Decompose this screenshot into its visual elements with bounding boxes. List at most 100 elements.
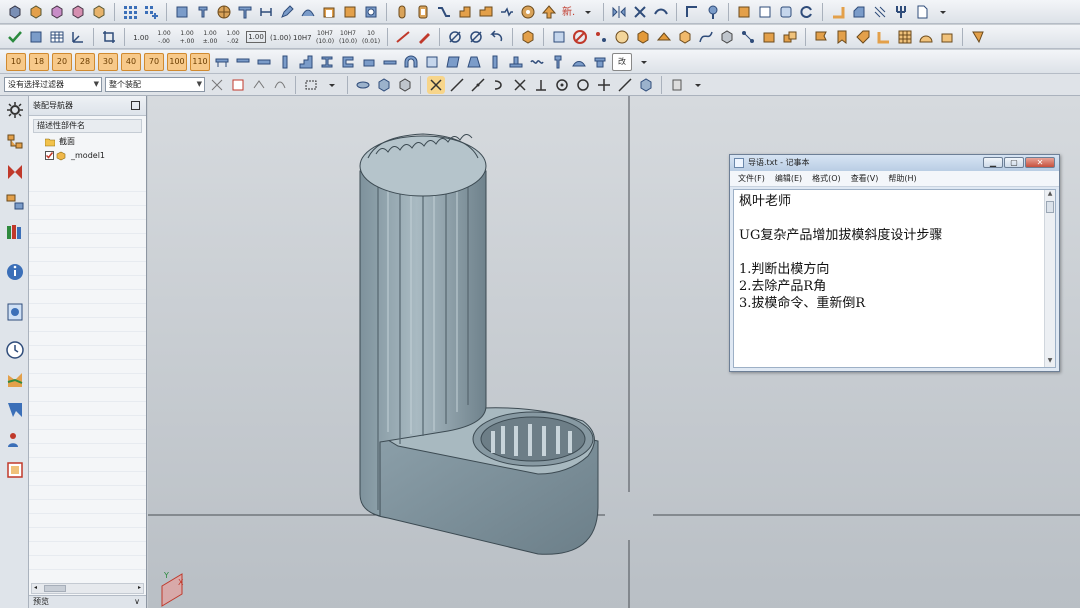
hole-icon[interactable] [362,3,380,21]
emboss-icon[interactable] [519,3,537,21]
chamfer-icon[interactable] [850,3,868,21]
close-button[interactable]: ✕ [1025,157,1055,168]
sphere-icon[interactable] [215,3,233,21]
fit-h7-value[interactable]: 10H7 (10.0) [315,28,335,46]
gray-cube-icon[interactable] [718,28,736,46]
column-icon[interactable] [276,53,294,71]
history-clock-icon[interactable] [5,340,25,360]
layer-icon[interactable] [668,76,686,94]
size-110-button[interactable]: 110 [190,52,210,71]
tangent-icon[interactable] [616,76,634,94]
tile-icon[interactable] [423,53,441,71]
tolerance-plus[interactable]: 1.00 +.00 [177,28,197,46]
edit-icon[interactable] [278,3,296,21]
menu-file[interactable]: 文件(F) [738,171,765,186]
flange-icon[interactable] [591,53,609,71]
check-icon[interactable] [6,28,24,46]
column-header[interactable]: 描述性部件名 [33,119,142,133]
grid-icon[interactable] [142,3,160,21]
tag-icon[interactable] [854,28,872,46]
web-browser-icon[interactable] [5,302,25,322]
pocket-icon[interactable] [477,3,495,21]
wave-icon[interactable] [528,53,546,71]
minimize-button[interactable]: ▁ [983,157,1003,168]
size-70-button[interactable]: 70 [144,52,164,71]
horizontal-scrollbar[interactable]: ◂ ▸ [31,583,144,594]
box-icon[interactable] [735,3,753,21]
no-entry-icon[interactable] [571,28,589,46]
crop-icon[interactable] [100,28,118,46]
snap-grid-icon[interactable] [427,75,445,94]
sweep-icon[interactable] [435,3,453,21]
dropdown-icon[interactable] [934,3,952,21]
size-20-button[interactable]: 20 [52,52,72,71]
palette-icon[interactable] [613,28,631,46]
component-icon[interactable] [27,3,45,21]
post-icon[interactable] [486,53,504,71]
fit-diameter[interactable]: 10 (0.01) [361,28,381,46]
size-18-button[interactable]: 18 [29,52,49,71]
tree-item-section[interactable]: 截面 [29,135,146,149]
chevron-down-icon[interactable]: ∨ [134,596,140,608]
maximize-button[interactable]: ▢ [1004,157,1024,168]
solid-cube-icon[interactable] [676,28,694,46]
menu-view[interactable]: 查看(V) [851,171,879,186]
groove-icon[interactable] [498,3,516,21]
fork-icon[interactable] [892,3,910,21]
scope-select[interactable]: 整个装配 ▼ [105,77,205,92]
extrude-icon[interactable] [173,3,191,21]
new-button[interactable]: 新. [561,3,576,21]
beam-icon[interactable] [213,53,231,71]
size-28-button[interactable]: 28 [75,52,95,71]
dome-icon[interactable] [917,28,935,46]
move-component-icon[interactable] [69,3,87,21]
solid-wedge-icon[interactable] [655,28,673,46]
skew-icon[interactable] [444,53,462,71]
assembly-navigator-icon[interactable] [5,132,25,152]
dropdown-icon[interactable] [689,76,707,94]
plate-icon[interactable] [381,53,399,71]
tolerance-plusminus[interactable]: 1.00 ±.00 [200,28,220,46]
point-on-curve-icon[interactable] [595,76,613,94]
bend-icon[interactable] [875,28,893,46]
surface-icon[interactable] [299,3,317,21]
points-icon[interactable] [592,28,610,46]
fit-h7-value-alt[interactable]: 10H7 (10.0) [338,28,358,46]
preview-section[interactable]: 预览 ∨ [29,595,146,608]
boss-icon[interactable] [456,3,474,21]
part-navigator-icon[interactable] [5,192,25,212]
cube-wire-icon[interactable] [550,28,568,46]
sketch-icon[interactable] [683,3,701,21]
rectangle-select-icon[interactable] [302,76,320,94]
quadrant-icon[interactable] [574,76,592,94]
type-filter-select[interactable]: 没有选择过滤器 ▼ [4,77,102,92]
menu-format[interactable]: 格式(O) [812,171,841,186]
info-icon[interactable] [5,262,25,282]
t-section-icon[interactable] [236,3,254,21]
checkbox-checked-icon[interactable] [45,151,54,160]
system-materials-icon[interactable] [5,370,25,390]
select-filter-icon[interactable] [208,76,226,94]
assembly-icon[interactable] [6,3,24,21]
notepad-window[interactable]: 导语.txt - 记事本 ▁ ▢ ✕ 文件(F) 编辑(E) 格式(O) 查看(… [729,154,1060,372]
scroll-right-icon[interactable]: ▸ [138,584,141,591]
constraint-navigator-icon[interactable] [5,162,25,182]
add-component-icon[interactable] [48,3,66,21]
menu-help[interactable]: 帮助(H) [888,171,916,186]
page-icon[interactable] [913,3,931,21]
tolerance-minus[interactable]: 1.00 -.00 [154,28,174,46]
diameter-icon[interactable] [446,28,464,46]
scroll-down-icon[interactable]: ▼ [1045,357,1055,367]
arch-icon[interactable] [402,53,420,71]
corner-icon[interactable] [829,3,847,21]
palette-icon[interactable] [5,460,25,480]
size-30-button[interactable]: 30 [98,52,118,71]
revolve-icon[interactable] [194,3,212,21]
line-tool-icon[interactable] [394,28,412,46]
multi-cube-icon[interactable] [781,28,799,46]
import-icon[interactable] [760,28,778,46]
scroll-thumb[interactable] [1046,201,1054,213]
rect-icon[interactable] [777,3,795,21]
cylinder-icon[interactable] [393,3,411,21]
array-icon[interactable] [121,3,139,21]
